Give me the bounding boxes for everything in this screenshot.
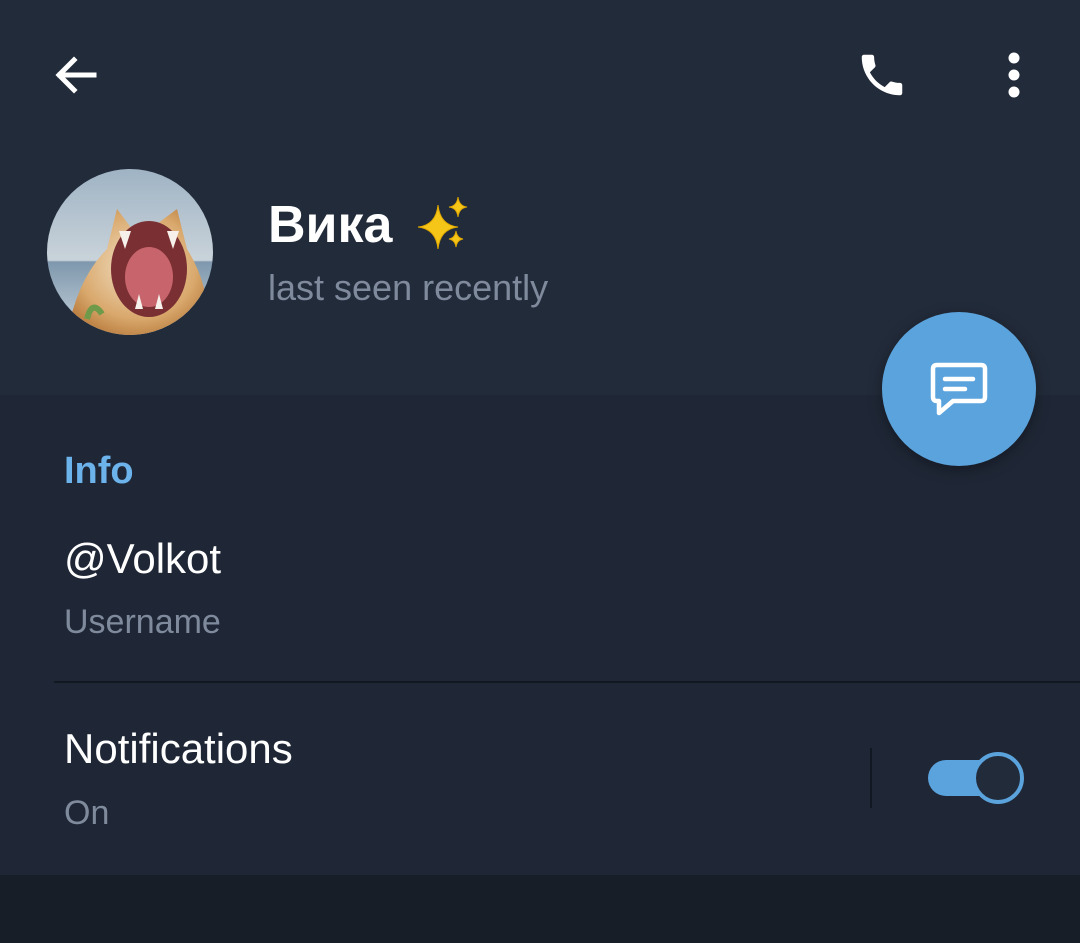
last-seen-status: last seen recently — [268, 267, 549, 308]
notifications-toggle[interactable] — [928, 752, 1024, 804]
profile-name: Вика — [268, 190, 472, 260]
username-value[interactable]: @Volkot — [64, 534, 221, 584]
arrow-left-icon — [55, 56, 97, 94]
section-title-info: Info — [64, 450, 134, 492]
bottom-area — [0, 875, 1080, 943]
message-icon — [930, 362, 988, 416]
profile-screen: Вика last seen recently Info @Volkot Use… — [0, 0, 1080, 943]
username-label: Username — [64, 603, 221, 641]
back-button[interactable] — [40, 42, 112, 108]
more-menu-button[interactable] — [984, 42, 1044, 108]
phone-icon — [861, 54, 903, 96]
cat-avatar-image — [47, 169, 213, 335]
send-message-button[interactable] — [882, 312, 1036, 466]
sparkles-icon — [418, 196, 468, 250]
profile-name-text: Вика — [268, 196, 393, 254]
notifications-title[interactable]: Notifications — [64, 724, 293, 774]
toggle-separator — [870, 748, 872, 808]
notifications-status: On — [64, 794, 110, 832]
row-divider — [54, 681, 1080, 683]
more-vertical-icon — [1008, 52, 1020, 98]
call-button[interactable] — [846, 42, 918, 108]
info-section: Info @Volkot Username Notifications On — [0, 395, 1080, 875]
toggle-knob — [972, 752, 1024, 804]
avatar[interactable] — [47, 169, 213, 335]
